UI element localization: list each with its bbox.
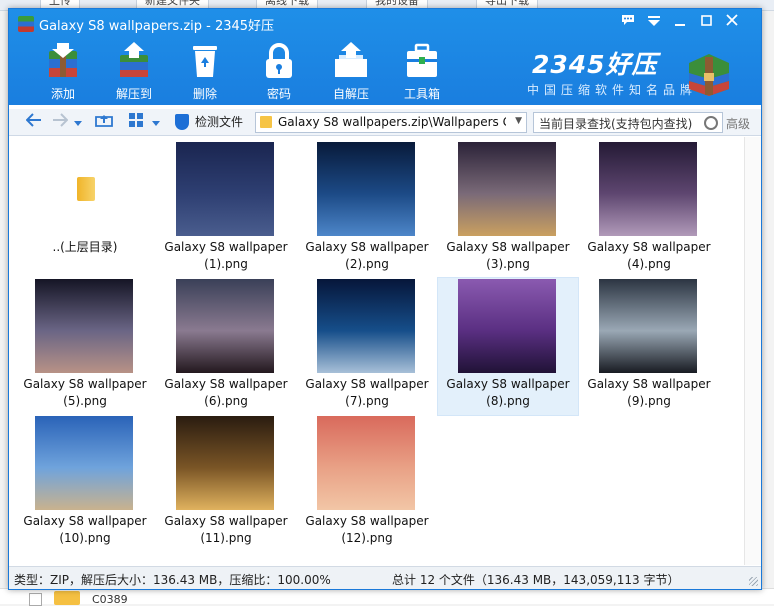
- file-name: Galaxy S8 wallpaper (7).png: [305, 377, 429, 408]
- file-name: Galaxy S8 wallpaper (1).png: [164, 240, 288, 271]
- bg-row-checkbox: [29, 593, 42, 606]
- file-name: Galaxy S8 wallpaper (9).png: [587, 377, 711, 408]
- file-item[interactable]: Galaxy S8 wallpaper (4).png: [579, 141, 719, 278]
- back-arrow-icon[interactable]: [23, 112, 45, 132]
- password-label: 密码: [266, 87, 291, 101]
- image-thumbnail: [599, 142, 697, 236]
- search-input[interactable]: 当前目录查找(支持包内查找): [533, 112, 723, 133]
- view-mode-dropdown-icon[interactable]: [149, 112, 163, 132]
- file-name: Galaxy S8 wallpaper (4).png: [587, 240, 711, 271]
- file-total: 总计 12 个文件（136.43 MB，143,059,113 字节）: [392, 573, 680, 587]
- self-extract-button[interactable]: 自解压: [321, 39, 381, 101]
- address-bar: 检测文件 Galaxy S8 wallpapers.zip\Wallpapers…: [9, 109, 761, 136]
- image-thumbnail: [176, 279, 274, 373]
- image-thumbnail: [599, 279, 697, 373]
- path-text: Galaxy S8 wallpapers.zip\Wallpapers Gala…: [278, 115, 506, 129]
- image-thumbnail: [317, 416, 415, 510]
- recycle-bin-icon: [175, 41, 235, 81]
- path-dropdown-icon[interactable]: ▼: [515, 116, 522, 126]
- toolbox-button[interactable]: 工具箱: [392, 39, 452, 101]
- delete-button[interactable]: 删除: [175, 39, 235, 101]
- file-grid: ..(上层目录) Galaxy S8 wallpaper (1).png Galax…: [9, 137, 743, 565]
- search-placeholder: 当前目录查找(支持包内查找): [539, 117, 693, 131]
- password-button[interactable]: 密码: [249, 39, 309, 101]
- image-thumbnail: [458, 142, 556, 236]
- file-item[interactable]: Galaxy S8 wallpaper (5).png: [15, 278, 155, 415]
- image-thumbnail: [317, 142, 415, 236]
- history-dropdown-icon[interactable]: [71, 112, 85, 132]
- image-thumbnail: [176, 416, 274, 510]
- add-button[interactable]: 添加: [33, 39, 93, 101]
- minimize-icon[interactable]: [669, 11, 691, 33]
- add-label: 添加: [50, 87, 75, 101]
- bg-row-name: C0389: [92, 593, 128, 606]
- image-thumbnail: [35, 279, 133, 373]
- self-extract-label: 自解压: [332, 87, 369, 101]
- archive-info: 类型：ZIP，解压后大小：136.43 MB，压缩比：100.00%: [14, 573, 331, 587]
- vertical-scrollbar[interactable]: [744, 137, 761, 565]
- view-mode-icon[interactable]: [125, 112, 147, 132]
- add-archive-icon: [33, 41, 93, 81]
- folder-icon: [77, 177, 95, 201]
- search-icon[interactable]: [704, 116, 718, 130]
- parent-directory-item[interactable]: ..(上层目录): [15, 141, 155, 278]
- forward-arrow-icon[interactable]: [49, 112, 71, 132]
- file-item[interactable]: Galaxy S8 wallpaper (11).png: [156, 415, 296, 552]
- status-bar: 类型：ZIP，解压后大小：136.43 MB，压缩比：100.00% 总计 12…: [9, 566, 761, 589]
- image-thumbnail: [35, 416, 133, 510]
- title-bar: Galaxy S8 wallpapers.zip - 2345好压 添加 解压到…: [9, 9, 761, 105]
- up-folder-icon[interactable]: [93, 112, 115, 132]
- file-item[interactable]: Galaxy S8 wallpaper (7).png: [297, 278, 437, 415]
- file-name: Galaxy S8 wallpaper (5).png: [23, 377, 147, 408]
- brand-logo: 2345好压 中国压缩软件知名品牌: [527, 45, 757, 103]
- file-item[interactable]: Galaxy S8 wallpaper (2).png: [297, 141, 437, 278]
- file-name: Galaxy S8 wallpaper (12).png: [305, 514, 429, 545]
- app-icon: [18, 16, 34, 32]
- feedback-icon[interactable]: [617, 11, 639, 33]
- file-name: Galaxy S8 wallpaper (11).png: [164, 514, 288, 545]
- file-name: Galaxy S8 wallpaper (10).png: [23, 514, 147, 545]
- file-item[interactable]: Galaxy S8 wallpaper (12).png: [297, 415, 437, 552]
- file-name: ..(上层目录): [52, 240, 118, 254]
- path-field[interactable]: Galaxy S8 wallpapers.zip\Wallpapers Gala…: [255, 112, 527, 133]
- toolbox-icon: [392, 41, 452, 81]
- file-name: Galaxy S8 wallpaper (8).png: [446, 377, 570, 408]
- file-item[interactable]: Galaxy S8 wallpaper (9).png: [579, 278, 719, 415]
- image-thumbnail: [176, 142, 274, 236]
- self-extract-icon: [321, 41, 381, 81]
- resize-grip[interactable]: [749, 577, 758, 586]
- image-thumbnail: [458, 279, 556, 373]
- archive-window: Galaxy S8 wallpapers.zip - 2345好压 添加 解压到…: [8, 8, 762, 590]
- file-item[interactable]: Galaxy S8 wallpaper (1).png: [156, 141, 296, 278]
- lock-icon: [249, 41, 309, 81]
- maximize-icon[interactable]: [695, 11, 717, 33]
- file-item[interactable]: Galaxy S8 wallpaper (3).png: [438, 141, 578, 278]
- window-title: Galaxy S8 wallpapers.zip - 2345好压: [39, 19, 275, 34]
- file-item[interactable]: Galaxy S8 wallpaper (6).png: [156, 278, 296, 415]
- close-icon[interactable]: [721, 11, 743, 33]
- toolbox-label: 工具箱: [403, 87, 440, 101]
- delete-label: 删除: [192, 87, 217, 101]
- brand-name: 2345好压: [532, 50, 658, 79]
- file-item[interactable]: Galaxy S8 wallpaper (10).png: [15, 415, 155, 552]
- brand-slogan: 中国压缩软件知名品牌: [527, 83, 698, 97]
- image-thumbnail: [317, 279, 415, 373]
- extract-to-label: 解压到: [115, 87, 152, 101]
- menu-dropdown-icon[interactable]: [643, 11, 665, 33]
- file-item[interactable]: Galaxy S8 wallpaper (8).png: [437, 277, 579, 416]
- extract-to-icon: [104, 41, 164, 81]
- extract-to-button[interactable]: 解压到: [104, 39, 164, 101]
- file-name: Galaxy S8 wallpaper (3).png: [446, 240, 570, 271]
- file-name: Galaxy S8 wallpaper (2).png: [305, 240, 429, 271]
- file-name: Galaxy S8 wallpaper (6).png: [164, 377, 288, 408]
- advanced-search-link[interactable]: 高级: [726, 115, 750, 132]
- archive-box-logo-icon: [685, 49, 733, 97]
- detect-file-button[interactable]: 检测文件: [173, 112, 243, 132]
- folder-icon: [260, 116, 272, 128]
